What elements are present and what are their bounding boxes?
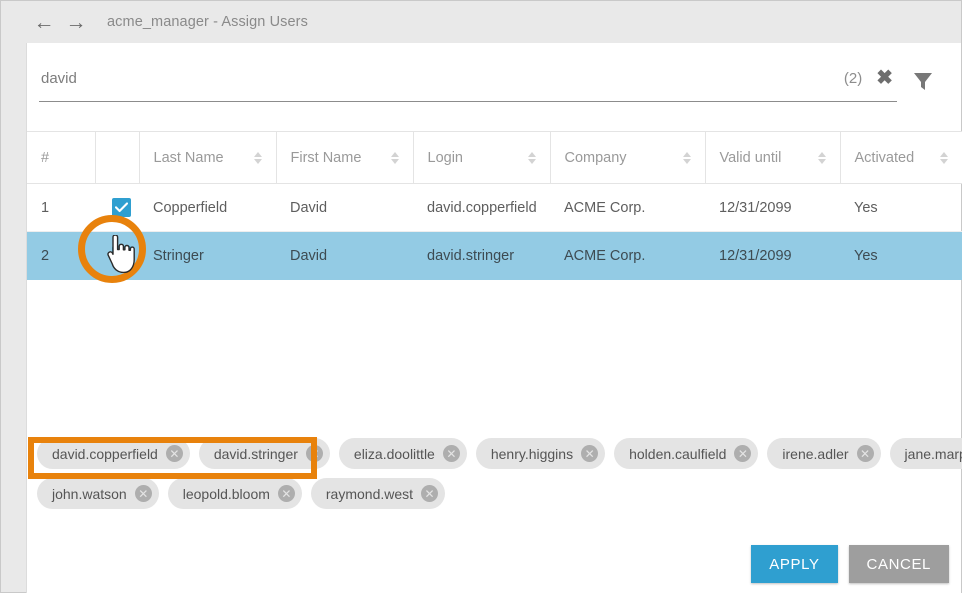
column-header-last-name[interactable]: Last Name — [139, 132, 276, 184]
column-header-label: First Name — [291, 150, 362, 166]
column-header-first-name[interactable]: First Name — [276, 132, 413, 184]
cell-last-name: Stringer — [139, 232, 276, 280]
column-header-activated[interactable]: Activated — [840, 132, 962, 184]
chip-remove-icon[interactable]: ✕ — [166, 445, 183, 462]
table-row[interactable]: 2 StringerDaviddavid.stringerACME Corp.12… — [27, 232, 962, 280]
login-chip[interactable]: leopold.bloom ✕ — [168, 478, 302, 509]
row-checkbox-checked[interactable] — [112, 246, 131, 265]
login-chip[interactable]: henry.higgins ✕ — [476, 438, 605, 469]
search-field[interactable]: (2) ✖ — [39, 61, 897, 102]
chip-label: raymond.west — [326, 486, 413, 502]
chip-label: leopold.bloom — [183, 486, 270, 502]
column-header-number[interactable]: # — [27, 132, 95, 184]
chip-remove-icon[interactable]: ✕ — [581, 445, 598, 462]
dialog-panel: (2) ✖ # — [26, 43, 961, 593]
application-window: ← → acme_manager - Assign Users (2) ✖ — [0, 0, 962, 593]
column-header-label: Valid until — [720, 150, 782, 166]
chip-remove-icon[interactable]: ✕ — [306, 445, 323, 462]
table-header-row: # Last Name — [27, 132, 962, 184]
close-x-icon[interactable]: ✖ — [872, 68, 897, 94]
chip-label: eliza.doolittle — [354, 446, 435, 462]
login-chip[interactable]: david.copperfield ✕ — [37, 438, 190, 469]
sort-arrows-icon[interactable] — [528, 152, 536, 164]
chip-remove-icon[interactable]: ✕ — [421, 485, 438, 502]
login-chip[interactable]: john.watson ✕ — [37, 478, 159, 509]
sort-arrows-icon[interactable] — [940, 152, 948, 164]
cancel-button[interactable]: CANCEL — [849, 545, 949, 583]
arrow-left-icon[interactable]: ← — [33, 11, 55, 33]
login-chip[interactable]: raymond.west ✕ — [311, 478, 445, 509]
chip-label: holden.caulfield — [629, 446, 726, 462]
column-header-label: Company — [565, 150, 627, 166]
chip-remove-icon[interactable]: ✕ — [734, 445, 751, 462]
search-input[interactable] — [39, 65, 844, 97]
login-chip[interactable]: david.stringer ✕ — [199, 438, 330, 469]
column-header-label: Login — [428, 150, 463, 166]
column-header-label: Last Name — [154, 150, 224, 166]
column-header-login[interactable]: Login — [413, 132, 550, 184]
column-header-company[interactable]: Company — [550, 132, 705, 184]
filter-funnel-icon[interactable] — [897, 61, 949, 101]
cell-valid-until: 12/31/2099 — [705, 184, 840, 232]
dialog-footer: APPLY CANCEL — [751, 545, 949, 583]
cell-login: david.stringer — [413, 232, 550, 280]
chip-remove-icon[interactable]: ✕ — [278, 485, 295, 502]
users-table: # Last Name — [27, 131, 962, 280]
sort-arrows-icon[interactable] — [818, 152, 826, 164]
titlebar: ← → acme_manager - Assign Users — [1, 1, 962, 43]
column-header-checkbox — [95, 132, 139, 184]
column-header-valid-until[interactable]: Valid until — [705, 132, 840, 184]
chip-remove-icon[interactable]: ✕ — [857, 445, 874, 462]
row-number: 2 — [27, 232, 95, 280]
chip-label: irene.adler — [782, 446, 848, 462]
cell-company: ACME Corp. — [550, 232, 705, 280]
cell-first-name: David — [276, 232, 413, 280]
chip-label: jane.marple — [905, 446, 962, 462]
cell-first-name: David — [276, 184, 413, 232]
login-chip[interactable]: irene.adler ✕ — [767, 438, 880, 469]
chip-label: david.copperfield — [52, 446, 158, 462]
chip-row: david.copperfield✕david.stringer✕eliza.d… — [37, 438, 955, 469]
table-body: 1 CopperfieldDaviddavid.copperfieldACME C… — [27, 184, 962, 280]
row-checkbox-checked[interactable] — [112, 198, 131, 217]
chip-row: john.watson ✕ leopold.bloom ✕ raymond.west ✕ — [37, 478, 955, 509]
chip-label: henry.higgins — [491, 446, 573, 462]
chip-remove-icon[interactable]: ✕ — [135, 485, 152, 502]
sort-arrows-icon[interactable] — [254, 152, 262, 164]
cell-activated: Yes — [840, 184, 962, 232]
row-number: 1 — [27, 184, 95, 232]
sort-arrows-icon[interactable] — [683, 152, 691, 164]
column-header-label: # — [41, 150, 49, 166]
cell-activated: Yes — [840, 232, 962, 280]
cell-valid-until: 12/31/2099 — [705, 232, 840, 280]
page-title: acme_manager - Assign Users — [107, 14, 308, 30]
chip-label: john.watson — [52, 486, 127, 502]
apply-button[interactable]: APPLY — [751, 545, 837, 583]
table-row[interactable]: 1 CopperfieldDaviddavid.copperfieldACME C… — [27, 184, 962, 232]
cell-company: ACME Corp. — [550, 184, 705, 232]
chip-remove-icon[interactable]: ✕ — [443, 445, 460, 462]
login-chip[interactable]: eliza.doolittle ✕ — [339, 438, 467, 469]
selected-logins-chip-area: david.copperfield✕david.stringer✕eliza.d… — [37, 438, 955, 518]
cell-last-name: Copperfield — [139, 184, 276, 232]
row-checkbox-cell[interactable] — [95, 184, 139, 232]
sort-arrows-icon[interactable] — [391, 152, 399, 164]
chip-label: david.stringer — [214, 446, 298, 462]
row-checkbox-cell[interactable] — [95, 232, 139, 280]
login-chip[interactable]: holden.caulfield ✕ — [614, 438, 758, 469]
cell-login: david.copperfield — [413, 184, 550, 232]
result-count: (2) — [844, 70, 872, 93]
login-chip[interactable]: jane.marple✕ — [890, 438, 962, 469]
arrow-right-icon[interactable]: → — [65, 11, 87, 33]
search-row: (2) ✖ — [39, 61, 949, 109]
column-header-label: Activated — [855, 150, 915, 166]
